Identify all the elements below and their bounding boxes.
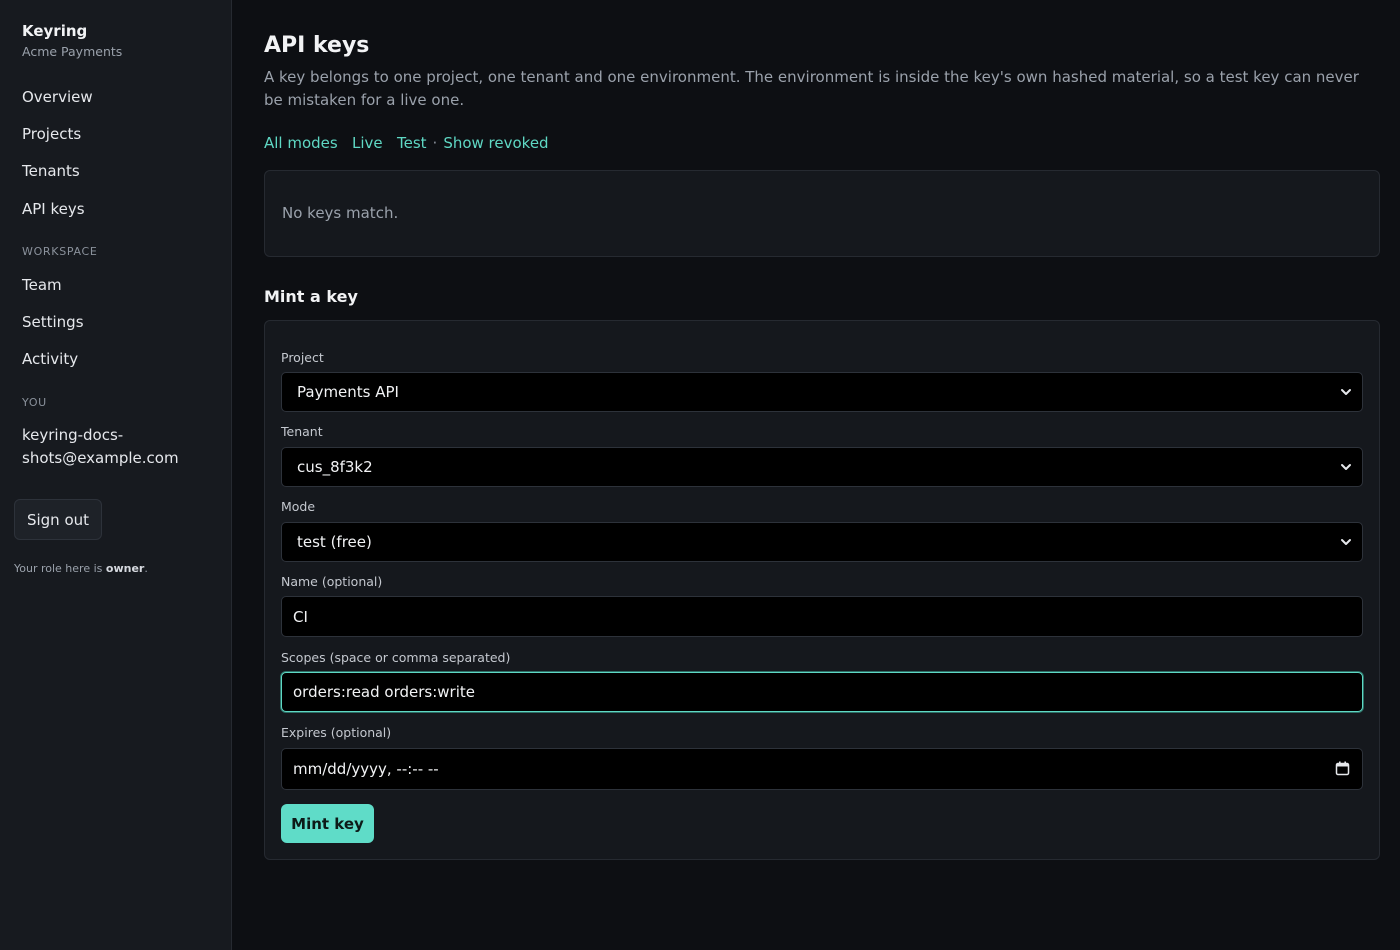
sidebar-item-activity[interactable]: Activity [22, 350, 78, 368]
name-input[interactable]: CI [281, 596, 1363, 637]
keys-list-card: No keys match. [264, 170, 1380, 257]
tenant-select[interactable]: cus_8f3k2 [281, 447, 1363, 487]
chevron-down-icon [1341, 539, 1351, 545]
project-select[interactable]: Payments API [281, 372, 1363, 412]
sidebar-item-api-keys[interactable]: API keys [22, 200, 85, 218]
brand-name: Keyring [22, 22, 88, 40]
role-prefix: Your role here is [14, 562, 106, 575]
scopes-label: Scopes (space or comma separated) [281, 650, 511, 665]
project-label: Project [281, 350, 324, 365]
role-suffix: . [144, 562, 148, 575]
role-value: owner [105, 562, 145, 575]
sidebar-item-overview[interactable]: Overview [22, 88, 93, 106]
expires-label: Expires (optional) [281, 725, 392, 740]
scopes-input[interactable]: orders:read orders:write [281, 672, 1363, 712]
tenant-select-value: cus_8f3k2 [297, 458, 373, 476]
chevron-down-icon [1341, 389, 1351, 395]
key-filters: All modes Live Test · Show revoked [264, 134, 549, 152]
mint-section-title: Mint a key [264, 287, 358, 306]
project-select-value: Payments API [297, 383, 399, 401]
name-label: Name (optional) [281, 574, 383, 589]
expires-input[interactable]: mm/dd/yyyy, --:-- -- [281, 748, 1363, 790]
page-title: API keys [264, 33, 370, 58]
sidebar-item-projects[interactable]: Projects [22, 125, 81, 143]
filter-all-modes[interactable]: All modes [264, 134, 338, 152]
tenant-label: Tenant [281, 424, 323, 439]
mode-label: Mode [281, 499, 316, 514]
filter-live[interactable]: Live [352, 134, 383, 152]
sidebar-item-team[interactable]: Team [22, 276, 62, 294]
mint-key-button[interactable]: Mint key [281, 804, 374, 843]
filter-test[interactable]: Test [397, 134, 427, 152]
sidebar-item-tenants[interactable]: Tenants [22, 162, 80, 180]
chevron-down-icon [1341, 464, 1351, 470]
page-description: A key belongs to one project, one tenant… [264, 68, 1359, 109]
sidebar-item-settings[interactable]: Settings [22, 313, 84, 331]
filter-separator: · [432, 134, 438, 152]
you-section-header: YOU [22, 396, 47, 409]
empty-state-message: No keys match. [282, 204, 399, 222]
calendar-icon[interactable] [1335, 761, 1350, 776]
name-input-value: CI [293, 607, 308, 626]
sidebar: Keyring Acme Payments Overview Projects … [0, 0, 232, 950]
mode-select-value: test (free) [297, 533, 372, 551]
workspace-section-header: WORKSPACE [22, 245, 98, 258]
scopes-input-value: orders:read orders:write [293, 683, 475, 701]
user-email: keyring-docs-shots@example.com [22, 426, 179, 467]
show-revoked-link[interactable]: Show revoked [443, 134, 548, 152]
expires-input-placeholder: mm/dd/yyyy, --:-- -- [293, 760, 439, 778]
brand-org: Acme Payments [22, 44, 123, 59]
role-note: Your role here is owner. [14, 562, 148, 575]
sign-out-button[interactable]: Sign out [14, 499, 102, 540]
mode-select[interactable]: test (free) [281, 522, 1363, 562]
mint-key-form: Project Payments API Tenant cus_8f3k2 Mo… [264, 320, 1380, 860]
